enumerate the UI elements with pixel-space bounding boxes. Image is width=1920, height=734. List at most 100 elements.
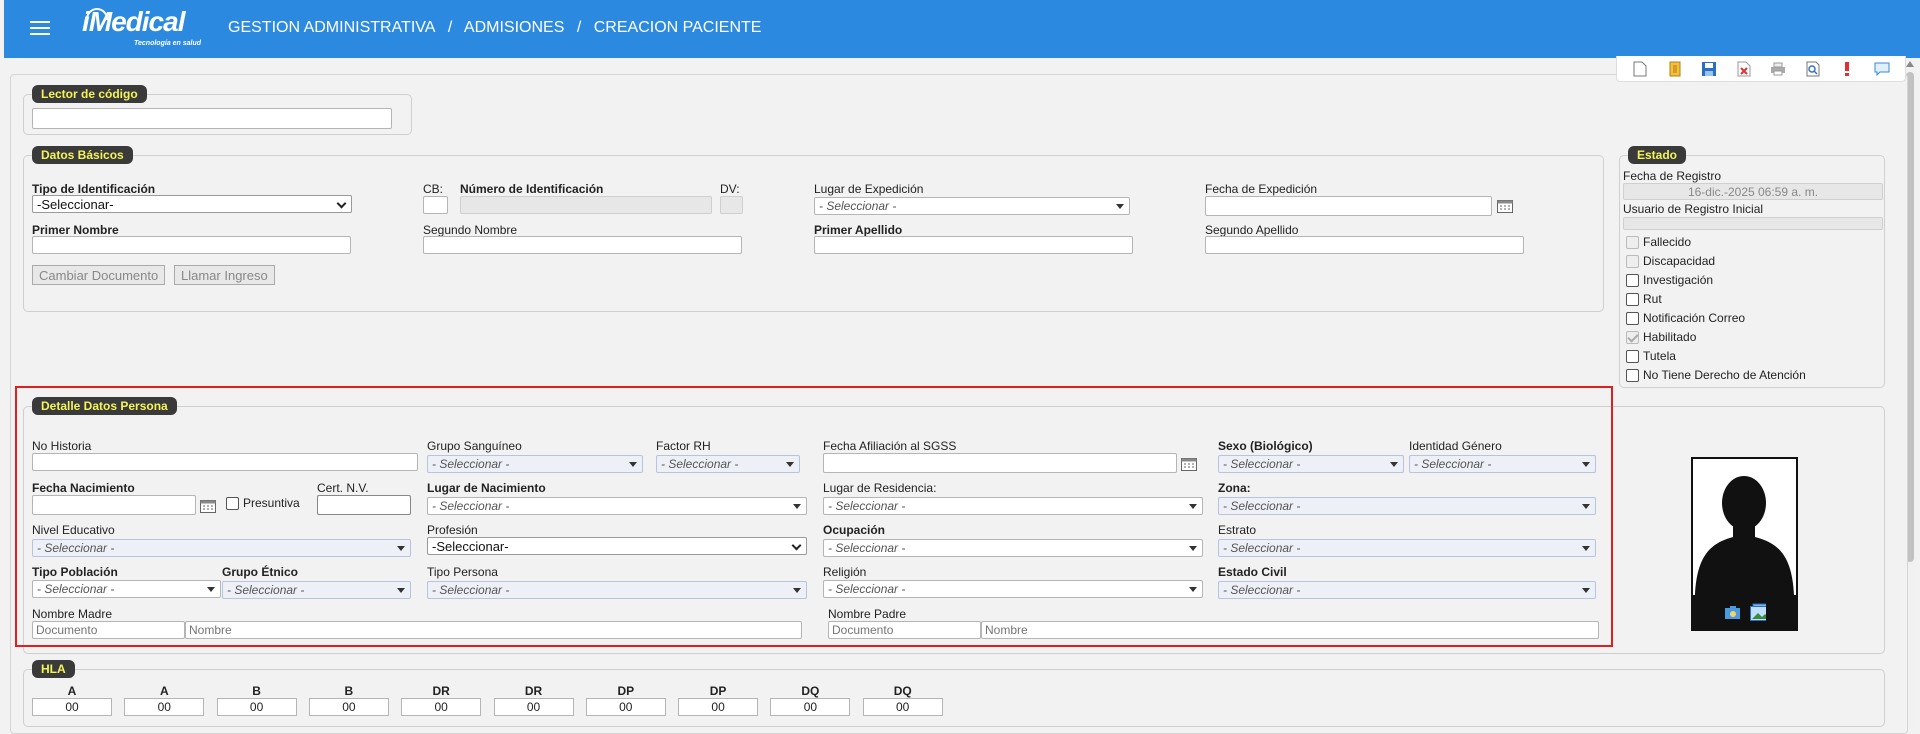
gallery-icon[interactable] [1749,603,1766,621]
cert-nv-input[interactable] [317,495,411,515]
alert-icon[interactable] [1839,61,1855,77]
hla-input[interactable]: 00 [585,698,666,716]
religion-select[interactable]: - Seleccionar - [823,580,1203,598]
hla-input[interactable]: 00 [308,698,389,716]
hla-input[interactable]: 00 [124,698,205,716]
fecha-expedicion-input[interactable] [1205,196,1492,216]
estado-legend: Estado [1628,146,1687,164]
checkbox-label: Tutela [1643,349,1676,363]
detalle-datos-legend: Detalle Datos Persona [32,397,177,415]
tipo-identificacion-select[interactable]: -Seleccionar- [32,195,352,213]
primer-nombre-input[interactable] [32,236,351,254]
primer-nombre-label: Primer Nombre [32,223,119,237]
lector-legend: Lector de código [32,85,147,103]
hla-label: A [67,684,77,698]
factor-rh-select[interactable]: - Seleccionar - [656,455,800,473]
breadcrumb-item[interactable]: ADMISIONES [464,19,564,36]
hla-label: B [252,684,261,698]
open-folder-icon[interactable] [1667,61,1683,77]
hla-input[interactable]: 00 [493,698,574,716]
nivel-educativo-label: Nivel Educativo [32,523,115,537]
cb-input[interactable] [423,196,448,214]
hla-label: DP [709,684,727,698]
checkbox-box [1626,235,1639,249]
profesion-label: Profesión [427,523,478,537]
calendar-icon[interactable] [200,499,216,515]
estado-checkbox-rut[interactable]: Rut [1626,292,1662,306]
hla-input[interactable]: 00 [216,698,297,716]
tipo-poblacion-select[interactable]: - Seleccionar - [32,580,221,598]
no-historia-input[interactable] [32,453,418,471]
cambiar-documento-button[interactable]: Cambiar Documento [32,265,166,285]
new-document-icon[interactable] [1632,61,1648,77]
hla-input[interactable]: 00 [32,698,112,716]
camera-icon[interactable] [1724,604,1740,620]
profesion-select[interactable]: -Seleccionar- [427,537,807,555]
estado-checkbox-fallecido: Fallecido [1626,235,1691,249]
presuntiva-checkbox[interactable]: Presuntiva [226,496,300,510]
fecha-afiliacion-input[interactable] [823,453,1177,473]
estado-checkbox-tutela[interactable]: Tutela [1626,349,1676,363]
breadcrumb-separator: / [576,19,582,36]
zona-select[interactable]: - Seleccionar - [1218,497,1596,515]
checkbox-label: Investigación [1643,273,1714,287]
logo-tagline: Tecnología en salud [134,40,202,47]
delete-icon[interactable] [1736,61,1752,77]
fecha-nacimiento-input[interactable] [32,495,196,515]
tipo-persona-label: Tipo Persona [427,565,498,579]
fecha-expedicion-label: Fecha de Expedición [1205,182,1318,196]
identidad-genero-select[interactable]: - Seleccionar - [1409,455,1596,473]
checkbox-box [1626,254,1639,268]
cb-label: CB: [423,182,444,196]
padre-nombre-input[interactable] [981,621,1599,639]
save-icon[interactable] [1701,61,1717,77]
lugar-residencia-select[interactable]: - Seleccionar - [823,497,1203,515]
ocupacion-select[interactable]: - Seleccionar - [823,539,1203,557]
ocupacion-label: Ocupación [823,523,886,537]
checkbox-box [1626,349,1639,363]
hla-fieldset: HLA [23,660,1885,727]
sexo-select[interactable]: - Seleccionar - [1218,455,1404,473]
preview-icon[interactable] [1805,61,1821,77]
grupo-etnico-select[interactable]: - Seleccionar - [222,581,411,599]
segundo-nombre-input[interactable] [423,236,742,254]
dv-input[interactable] [720,196,743,214]
tipo-persona-select[interactable]: - Seleccionar - [427,581,807,599]
menu-icon[interactable] [28,17,52,39]
checkbox-label: Discapacidad [1643,254,1716,268]
checkbox-box [1626,330,1639,344]
checkbox-box [1626,273,1639,287]
hla-input[interactable]: 00 [770,698,851,716]
numero-identificacion-input[interactable] [460,196,712,214]
estrato-select[interactable]: - Seleccionar - [1218,539,1596,557]
padre-documento-input[interactable] [828,621,981,639]
calendar-icon[interactable] [1181,457,1197,473]
print-icon[interactable] [1770,61,1786,77]
patient-photo [1691,457,1798,631]
primer-apellido-input[interactable] [814,236,1133,254]
llamar-ingreso-button[interactable]: Llamar Ingreso [174,265,275,285]
hla-label: B [344,684,354,698]
nivel-educativo-select[interactable]: - Seleccionar - [32,539,411,557]
estado-checkbox-investigaci-n[interactable]: Investigación [1626,273,1713,287]
barcode-reader-input[interactable] [32,108,392,129]
person-silhouette-icon [1693,459,1796,595]
lugar-expedicion-label: Lugar de Expedición [814,182,924,196]
madre-documento-input[interactable] [32,621,185,639]
hla-input[interactable]: 00 [678,698,759,716]
breadcrumb-item[interactable]: GESTION ADMINISTRATIVA [228,19,435,36]
estado-checkbox-no-tiene-derecho-de-atenci-n[interactable]: No Tiene Derecho de Atención [1626,368,1806,382]
segundo-apellido-input[interactable] [1205,236,1524,254]
lugar-expedicion-select[interactable]: - Seleccionar - [814,197,1130,215]
grupo-sanguineo-select[interactable]: - Seleccionar - [427,455,643,473]
estado-checkbox-notificaci-n-correo[interactable]: Notificación Correo [1626,311,1745,325]
hla-input[interactable]: 00 [862,698,943,716]
hla-label: DQ [893,684,912,698]
comment-icon[interactable] [1874,61,1890,77]
madre-nombre-input[interactable] [185,621,802,639]
primer-apellido-label: Primer Apellido [814,223,903,237]
estado-civil-select[interactable]: - Seleccionar - [1218,581,1596,599]
lugar-nacimiento-select[interactable]: - Seleccionar - [427,497,807,515]
hla-input[interactable]: 00 [401,698,482,716]
calendar-icon[interactable] [1497,199,1513,215]
